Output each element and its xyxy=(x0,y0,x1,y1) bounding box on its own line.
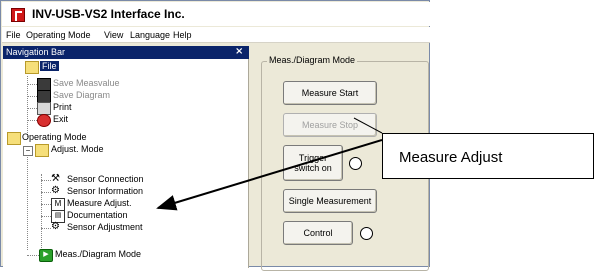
callout-arrow-icon xyxy=(156,139,383,211)
annotation-arrows xyxy=(156,117,383,211)
callout-pointer-line xyxy=(353,117,383,134)
